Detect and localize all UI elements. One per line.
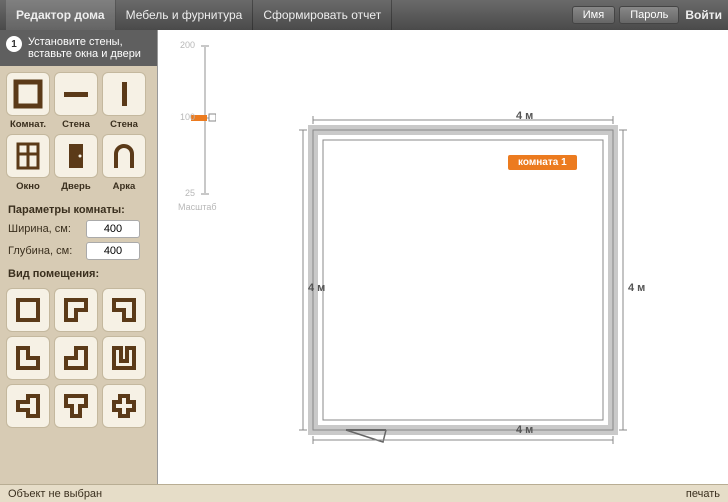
dim-top: 4 м xyxy=(516,110,533,122)
window-icon xyxy=(6,134,50,178)
param-width-input[interactable] xyxy=(86,220,140,238)
shape-l-tr[interactable] xyxy=(54,288,98,332)
room-name-badge[interactable]: комната 1 xyxy=(508,155,577,170)
canvas[interactable]: 200 100 25 Масштаб xyxy=(158,30,728,484)
tool-wall-vertical[interactable]: Стена xyxy=(102,72,146,130)
tab-furniture[interactable]: Мебель и фурнитура xyxy=(116,0,254,30)
shape-u[interactable] xyxy=(102,336,146,380)
shape-l-tl[interactable] xyxy=(102,288,146,332)
dim-bottom: 4 м xyxy=(516,424,533,436)
shape-plus[interactable] xyxy=(102,384,146,428)
arch-icon xyxy=(102,134,146,178)
shape-grid xyxy=(0,282,157,434)
shape-l-bl[interactable] xyxy=(54,336,98,380)
titlebar: Редактор дома Мебель и фурнитура Сформир… xyxy=(0,0,728,30)
shapes-title: Вид помещения: xyxy=(0,262,157,282)
floorplan-svg xyxy=(158,30,728,484)
shape-square[interactable] xyxy=(6,288,50,332)
tool-room[interactable]: Комнат. xyxy=(6,72,50,130)
room-outline xyxy=(313,130,613,430)
tool-label: Окно xyxy=(16,181,40,192)
param-depth-input[interactable] xyxy=(86,242,140,260)
door-icon xyxy=(54,134,98,178)
step-banner: 1 Установите стены, вставьте окна и двер… xyxy=(0,30,157,66)
statusbar: Объект не выбран печать xyxy=(0,484,728,502)
params-title: Параметры комнаты: xyxy=(0,198,157,218)
print-link[interactable]: печать xyxy=(686,488,720,500)
step-text: Установите стены, вставьте окна и двери xyxy=(28,36,141,60)
wall-h-icon xyxy=(54,72,98,116)
dim-left: 4 м xyxy=(308,282,325,294)
tool-window[interactable]: Окно xyxy=(6,134,50,192)
main-tabs: Редактор дома Мебель и фурнитура Сформир… xyxy=(6,0,392,30)
tool-label: Стена xyxy=(62,119,90,130)
sidebar: 1 Установите стены, вставьте окна и двер… xyxy=(0,30,158,484)
param-width-label: Ширина, см: xyxy=(8,223,86,235)
shape-t-b[interactable] xyxy=(54,384,98,428)
password-button[interactable]: Пароль xyxy=(619,6,679,24)
tool-door[interactable]: Дверь xyxy=(54,134,98,192)
name-button[interactable]: Имя xyxy=(572,6,615,24)
tab-report[interactable]: Сформировать отчет xyxy=(253,0,392,30)
tool-arch[interactable]: Арка xyxy=(102,134,146,192)
room-icon xyxy=(6,72,50,116)
tool-label: Стена xyxy=(110,119,138,130)
login-label[interactable]: Войти xyxy=(685,8,722,22)
param-depth-row: Глубина, см: xyxy=(0,240,157,262)
tool-wall-horizontal[interactable]: Стена xyxy=(54,72,98,130)
tool-palette: Комнат. Стена Стена xyxy=(0,66,157,198)
tool-label: Комнат. xyxy=(10,119,46,130)
tool-label: Арка xyxy=(113,181,136,192)
status-left: Объект не выбран xyxy=(8,488,102,500)
tab-home-editor[interactable]: Редактор дома xyxy=(6,0,116,30)
param-depth-label: Глубина, см: xyxy=(8,245,86,257)
step-number-badge: 1 xyxy=(6,36,22,52)
shape-t-r[interactable] xyxy=(6,384,50,428)
shape-l-br[interactable] xyxy=(6,336,50,380)
param-width-row: Ширина, см: xyxy=(0,218,157,240)
wall-v-icon xyxy=(102,72,146,116)
dim-right: 4 м xyxy=(628,282,645,294)
tool-label: Дверь xyxy=(61,181,90,192)
